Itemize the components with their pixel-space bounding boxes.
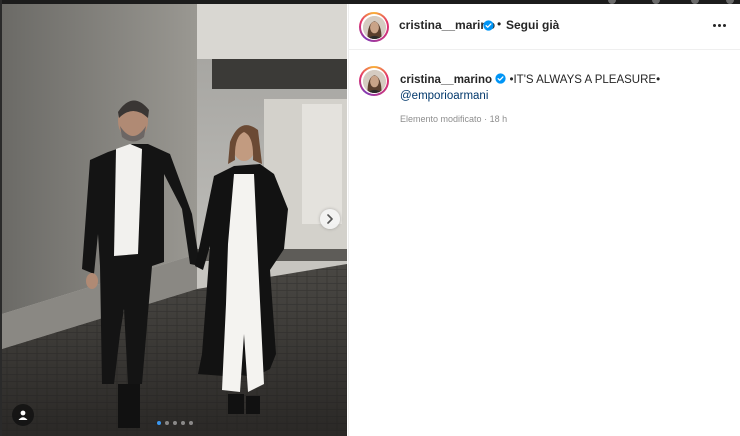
verified-badge-icon [483, 20, 494, 31]
carousel-dot [165, 421, 169, 425]
chevron-right-icon [327, 214, 333, 224]
post-details-panel: cristina__marino • Segui già cristina__m… [348, 4, 740, 436]
meta-separator: · [484, 114, 488, 124]
caption-username[interactable]: cristina__marino [400, 74, 492, 86]
carousel-next-button[interactable] [320, 209, 340, 229]
caption-avatar[interactable] [359, 66, 389, 96]
carousel-dot [173, 421, 177, 425]
caption-text: cristina__marino •IT'S ALWAYS A PLEASURE… [400, 72, 730, 104]
more-horizontal-icon [712, 23, 716, 27]
verified-badge-icon [495, 73, 506, 84]
caption-mention-link[interactable]: @emporioarmani [400, 90, 488, 102]
caption-meta: Elemento modificato · 18 h [400, 114, 507, 124]
profile-photo [362, 15, 386, 39]
more-horizontal-icon [717, 23, 721, 27]
post-photo [2, 4, 347, 436]
following-button[interactable]: Segui già [506, 18, 559, 32]
edited-label: Elemento modificato [400, 114, 482, 124]
caption-body: •IT'S ALWAYS A PLEASURE• [509, 74, 661, 86]
carousel-dot [189, 421, 193, 425]
post-header: cristina__marino • Segui già [349, 4, 740, 50]
post-image [2, 4, 347, 436]
header-separator: • [497, 17, 502, 31]
more-horizontal-icon [722, 23, 726, 27]
user-tag-icon [18, 410, 28, 420]
carousel-indicator [157, 421, 193, 425]
more-options-button[interactable] [709, 17, 729, 33]
carousel-dot [157, 421, 161, 425]
profile-photo [362, 69, 386, 93]
carousel-dot [181, 421, 185, 425]
author-avatar[interactable] [359, 12, 389, 42]
author-username[interactable]: cristina__marino [399, 18, 495, 32]
tagged-users-button[interactable] [12, 404, 34, 426]
post-timestamp[interactable]: 18 h [490, 114, 508, 124]
